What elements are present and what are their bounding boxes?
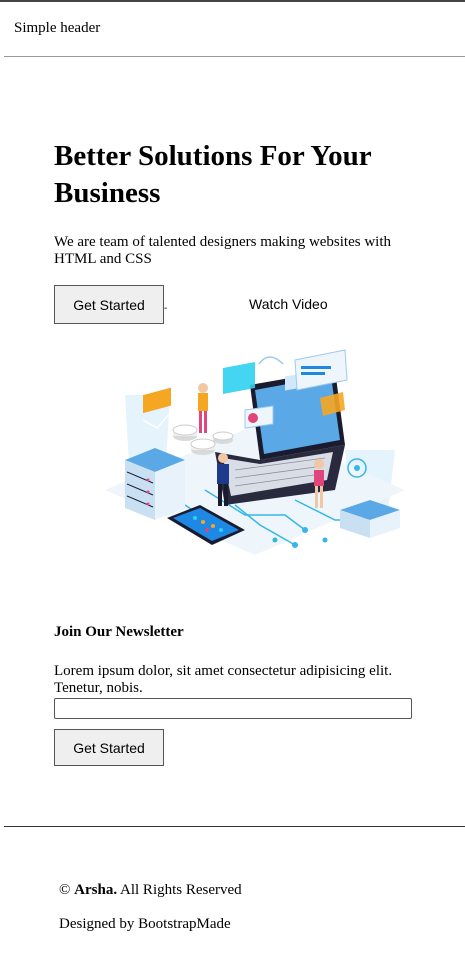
newsletter-title: Join Our Newsletter: [54, 624, 184, 640]
copyright-text: All Rights Reserved: [120, 882, 242, 898]
header-divider: [4, 56, 465, 57]
button-separator: -: [164, 303, 168, 314]
get-started-button[interactable]: Get Started: [54, 285, 164, 324]
copyright-symbol: ©: [59, 882, 71, 898]
newsletter-email-input[interactable]: [54, 698, 412, 719]
footer-copyright: © Arsha. All Rights Reserved: [59, 882, 242, 899]
footer-credits: Designed by BootstrapMade: [59, 916, 231, 932]
hero-title: Better Solutions For Your Business: [54, 140, 372, 209]
site-header-title: Simple header: [14, 20, 101, 36]
window-top-border: [0, 0, 465, 2]
hero-illustration: [105, 349, 405, 555]
watch-video-link[interactable]: Watch Video: [249, 296, 328, 312]
footer-brand: Arsha.: [74, 882, 118, 898]
footer-divider: [4, 826, 465, 827]
newsletter-description: Lorem ipsum dolor, sit amet consectetur …: [54, 663, 393, 696]
hero-subtitle: We are team of talented designers making…: [54, 234, 392, 267]
newsletter-submit-button[interactable]: Get Started: [54, 729, 164, 766]
